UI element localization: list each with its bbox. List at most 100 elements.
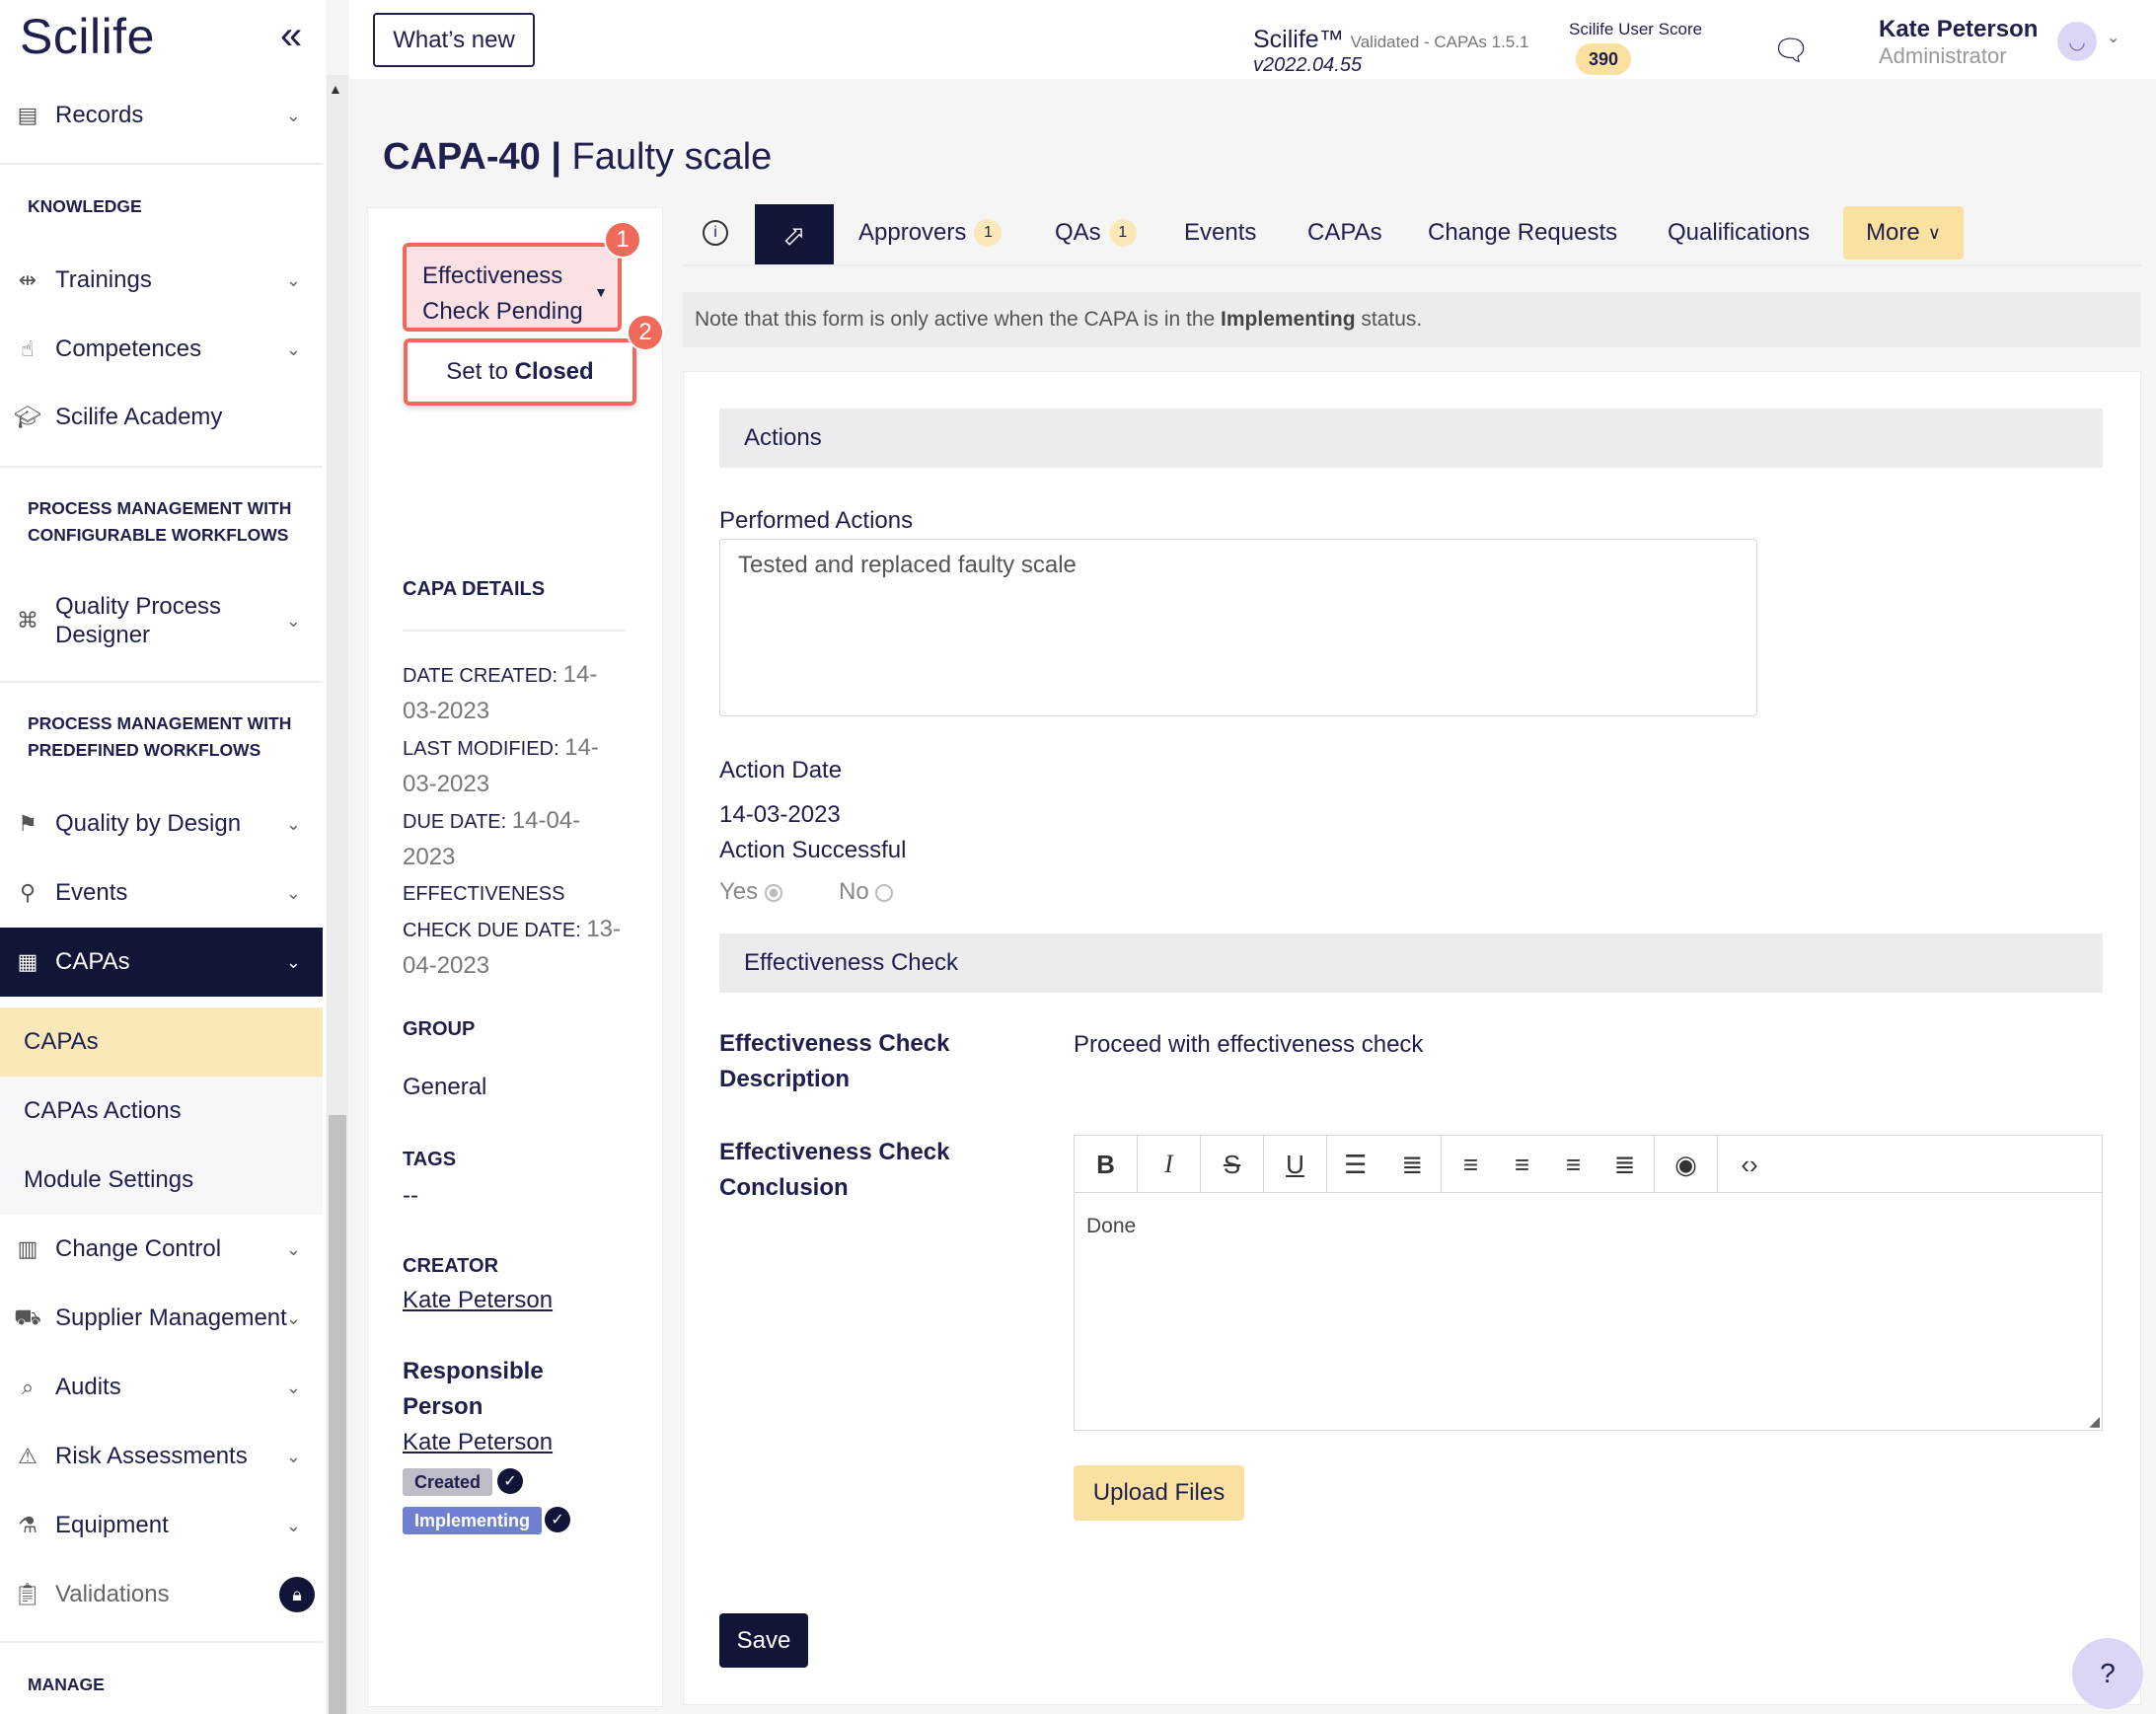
align-justify-icon[interactable]: ≣ [1599,1136,1651,1193]
sidebar-subitem-module-settings[interactable]: Module Settings [0,1146,323,1215]
radio-no[interactable]: No [839,878,894,906]
tab-workflow[interactable]: ⬀ [755,204,834,265]
numbered-list-icon[interactable]: ≣ [1384,1136,1442,1193]
trainings-icon: ⇹ [18,267,37,292]
more-menu-button[interactable]: More ∨ [1843,206,1964,260]
user-menu-chevron-icon[interactable]: ⌄ [2107,28,2119,47]
section-knowledge: KNOWLEDGE [28,196,142,216]
check-icon: ✓ [545,1507,570,1532]
whats-new-button[interactable]: What’s new [373,13,535,67]
bullet-list-icon[interactable]: ☰ [1327,1136,1384,1193]
tab-qas[interactable]: QAs 1 [1055,205,1137,261]
sidebar-item-academy[interactable]: 🎓︎ Scilife Academy [0,383,323,452]
actions-section-header: Actions [719,409,2103,468]
capa-details-heading: CAPA DETAILS [403,578,546,600]
date-info: DATE CREATED: 14-03-2023 LAST MODIFIED: … [403,661,622,979]
check-icon: ✓ [497,1468,523,1494]
resize-handle-icon[interactable]: ◢ [2089,1413,2100,1430]
tags-heading: TAGS [403,1149,457,1170]
product-info: Scilife™ Validated - CAPAs 1.5.1 [1253,26,1529,53]
upload-files-button[interactable]: Upload Files [1074,1465,1244,1521]
rich-text-editor: B I S U ☰ ≣ ≡ ≡ ≡ ≣ ◉ ‹› Done ◢ [1074,1135,2103,1431]
set-to-closed-button[interactable]: Set to Closed [404,338,636,406]
avatar[interactable]: ◡ [2057,22,2097,61]
italic-icon[interactable]: I [1138,1136,1201,1193]
status-badge-created: Created [403,1468,493,1496]
sidebar-item-validations[interactable]: 📋︎ Validations 🔒︎ [0,1560,323,1629]
divider [0,466,323,468]
align-left-icon[interactable]: ≡ [1446,1136,1497,1193]
sidebar-item-supplier[interactable]: ⛟ Supplier Management ⌄ [0,1284,323,1353]
lock-icon: 🔒︎ [279,1577,315,1612]
version-label: v2022.04.55 [1253,54,1363,76]
action-date-label: Action Date [719,757,843,783]
sidebar-item-competences[interactable]: ☝ Competences ⌄ [0,315,323,384]
sidebar-item-risk[interactable]: ⚠ Risk Assessments ⌄ [0,1422,323,1491]
sidebar-subitem-capas[interactable]: CAPAs [0,1007,323,1077]
eff-conc-label: Effectiveness Check Conclusion [719,1139,950,1201]
performed-actions-label: Performed Actions [719,507,914,534]
scroll-up-arrow-icon[interactable]: ▲ [329,81,342,97]
approvers-count: 1 [974,219,1003,247]
chevron-down-icon: ⌄ [285,610,301,631]
radio-yes[interactable]: Yes [719,878,782,906]
bold-icon[interactable]: B [1075,1136,1138,1193]
page-title: CAPA-40 | Faulty scale [383,136,773,178]
clipboard-icon: 📋︎ [14,1582,41,1606]
chevron-down-icon: ⌄ [285,882,301,903]
align-center-icon[interactable]: ≡ [1497,1136,1548,1193]
competences-icon: ☝ [21,336,35,361]
editor-content[interactable]: Done [1075,1193,2102,1260]
section-configurable: PROCESS MANAGEMENT WITH CONFIGURABLE WOR… [28,498,292,545]
action-date-value: 14-03-2023 [719,801,841,828]
responsible-heading: Responsible Person [403,1358,544,1420]
chat-icon[interactable]: 🗨︎ [1772,34,1810,68]
radio-selected-icon [764,883,782,902]
user-name[interactable]: Kate Peterson [1879,16,2038,43]
sidebar-item-change-control[interactable]: ▥ Change Control ⌄ [0,1215,323,1284]
graduation-cap-icon: 🎓︎ [14,405,41,429]
creator-link[interactable]: Kate Peterson [403,1287,553,1314]
tab-approvers[interactable]: Approvers 1 [858,205,1003,261]
responsible-link[interactable]: Kate Peterson [403,1429,553,1456]
divider [0,163,323,165]
sidebar-item-qpd[interactable]: ⌘ Quality Process Designer ⌄ [0,585,323,656]
sidebar-subitem-capas-actions[interactable]: CAPAs Actions [0,1077,323,1146]
chevron-down-icon: ⌄ [285,269,301,290]
help-icon[interactable]: ? [2072,1638,2143,1709]
underline-icon[interactable]: U [1264,1136,1327,1193]
sidebar-item-records[interactable]: ▤ Records ⌄ [0,81,323,150]
status-dropdown[interactable]: Effectiveness Check Pending ▼ [403,243,622,332]
collapse-sidebar-icon[interactable]: « [280,14,302,58]
preview-eye-icon[interactable]: ◉ [1655,1136,1718,1193]
performed-actions-field[interactable]: Tested and replaced faulty scale [719,539,1757,716]
sidebar-item-equipment[interactable]: ⚗ Equipment ⌄ [0,1491,323,1560]
sidebar-item-trainings[interactable]: ⇹ Trainings ⌄ [0,246,323,315]
code-view-icon[interactable]: ‹› [1718,1136,1781,1193]
info-icon: i [703,220,728,246]
chevron-down-icon: ⌄ [285,105,301,125]
sidebar-item-qbd[interactable]: ⚑ Quality by Design ⌄ [0,789,323,858]
tab-qualifications[interactable]: Qualifications [1668,205,1810,261]
creator-heading: CREATOR [403,1255,499,1277]
tab-events[interactable]: Events [1184,205,1256,261]
tab-capas[interactable]: CAPAs [1307,205,1382,261]
chevron-down-icon: ⌄ [285,951,301,972]
caret-down-icon: ▼ [594,284,608,300]
strikethrough-icon[interactable]: S [1201,1136,1264,1193]
signpost-icon: ⚑ [18,811,37,836]
chevron-down-icon: ⌄ [285,1307,301,1328]
divider [0,1641,323,1643]
app-logo[interactable]: Scilife [20,8,155,65]
step-marker-2: 2 [627,314,664,351]
tab-change-requests[interactable]: Change Requests [1428,205,1617,261]
align-right-icon[interactable]: ≡ [1548,1136,1599,1193]
supplier-icon: ⛟ [14,1304,41,1329]
sidebar-scroll-thumb[interactable] [329,1115,346,1714]
sidebar-item-audits[interactable]: ⌕ Audits ⌄ [0,1353,323,1422]
sidebar: Scilife « ▤ Records ⌄ KNOWLEDGE ⇹ Trainings… [0,0,326,1714]
save-button[interactable]: Save [719,1613,808,1668]
sidebar-item-events[interactable]: ⚲ Events ⌄ [0,858,323,928]
sidebar-item-capas[interactable]: ▦ CAPAs ⌄ [0,928,323,997]
info-tab[interactable]: i [703,205,728,261]
